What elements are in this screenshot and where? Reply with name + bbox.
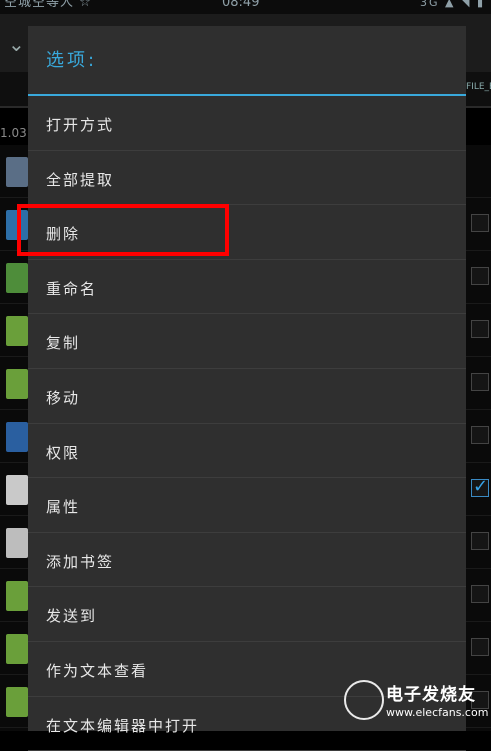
background-path-text: 1.03 [0,126,27,140]
row-checkbox[interactable] [471,214,489,232]
row-checkbox[interactable] [471,320,489,338]
menu-item-rename[interactable]: 重命名 [28,260,466,315]
menu-item-properties[interactable]: 属性 [28,478,466,533]
row-checkbox[interactable] [471,585,489,603]
menu-item-send-to[interactable]: 发送到 [28,587,466,642]
menu-item-label: 移动 [46,388,81,407]
menu-item-label: 全部提取 [46,170,115,189]
menu-item-move[interactable]: 移动 [28,369,466,424]
row-checkbox[interactable] [471,373,489,391]
options-menu: 打开方式 全部提取 删除 重命名 复制 移动 权限 属性 添加书签 发送到 作为… [28,96,466,751]
watermark-url: www.elecfans.com [386,706,489,719]
menu-item-label: 添加书签 [46,552,115,571]
menu-item-label: 发送到 [46,607,98,626]
folder-icon [6,157,28,187]
android-icon [6,634,28,664]
qr-code-icon [6,263,28,293]
menu-item-label: 在文本编辑器中打开 [46,716,200,735]
menu-item-label: 复制 [46,334,81,353]
menu-item-label: 权限 [46,443,81,462]
row-checkbox[interactable] [471,267,489,285]
android-icon [6,581,28,611]
menu-item-extract-all[interactable]: 全部提取 [28,151,466,206]
status-time: 08:49 [222,0,260,10]
menu-item-copy[interactable]: 复制 [28,314,466,369]
row-checkbox[interactable] [471,638,489,656]
row-checkbox-checked[interactable] [471,476,489,497]
menu-item-open-with[interactable]: 打开方式 [28,96,466,151]
menu-item-add-bookmark[interactable]: 添加书签 [28,533,466,588]
menu-item-label: 作为文本查看 [46,661,149,680]
bluetooth-icon [6,422,28,452]
brand-logo-icon [344,680,384,720]
android-icon [6,687,28,717]
file-icon [6,528,28,558]
chevron-down-icon: ⌄ [8,32,25,56]
menu-item-label: 打开方式 [46,116,115,134]
menu-item-permissions[interactable]: 权限 [28,424,466,479]
status-icons: 3G ▲ ◥ ▮ [420,0,485,9]
delete-highlight-box [17,204,229,256]
status-notification-text: 空城空等人 ☆ [4,0,92,10]
dialog-title: 选项: [46,50,98,71]
status-bar: 空城空等人 ☆ 08:49 3G ▲ ◥ ▮ [0,0,491,14]
menu-item-label: 重命名 [46,279,98,298]
row-checkbox[interactable] [471,532,489,550]
background-tab-label: FILE_E [466,82,491,92]
options-dialog: 选项: 打开方式 全部提取 删除 重命名 复制 移动 权限 属性 添加书签 发送… [28,26,466,751]
calculator-icon [6,475,28,505]
menu-item-label: 属性 [46,498,81,517]
watermark: 电子发烧友 www.elecfans.com [340,678,491,731]
watermark-brand: 电子发烧友 [386,685,476,705]
android-icon [6,369,28,399]
row-checkbox[interactable] [471,426,489,444]
android-icon [6,316,28,346]
